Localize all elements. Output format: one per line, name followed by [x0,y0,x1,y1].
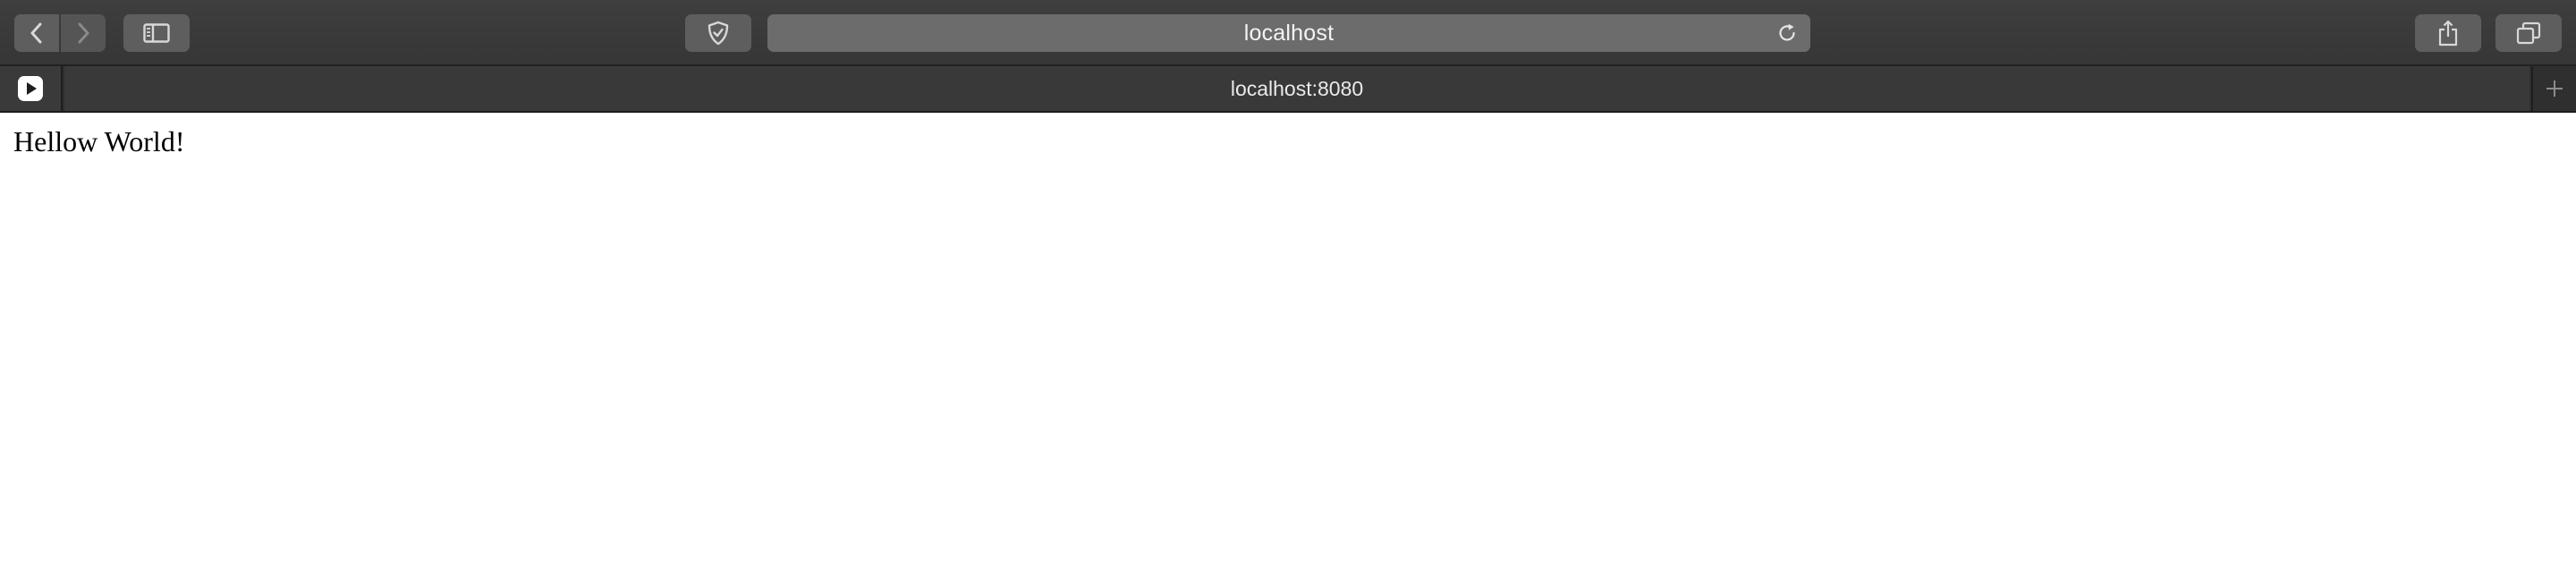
tab-bar: localhost:8080 [0,66,2576,113]
sidebar-icon [143,23,170,43]
back-button[interactable] [14,14,59,52]
chevron-left-icon [30,22,42,44]
share-button[interactable] [2415,14,2481,52]
tab-overview-icon [2516,21,2541,45]
browser-toolbar: localhost [0,0,2576,66]
web-content: Hellow World! [0,113,2576,578]
tab-title: localhost:8080 [1230,76,1364,100]
sidebar-button[interactable] [123,14,190,52]
privacy-report-button[interactable] [685,14,751,52]
chevron-right-icon [78,22,89,44]
page-text: Hellow World! [13,125,185,157]
address-bar[interactable]: localhost [767,14,1810,52]
navigation-buttons [14,14,106,52]
new-tab-button[interactable] [2531,66,2576,111]
browser-window: localhost localhost:8080 Hellow World! [0,0,2576,578]
address-text: localhost [1243,20,1335,46]
plus-icon [2546,81,2563,97]
tab-overview-button[interactable] [2496,14,2562,52]
tab-active[interactable]: localhost:8080 [64,66,2529,111]
forward-button[interactable] [61,14,106,52]
share-icon [2438,20,2458,47]
shield-icon [708,21,729,46]
play-icon [18,76,43,101]
pinned-tab[interactable] [0,66,63,111]
reload-icon[interactable] [1776,22,1798,44]
